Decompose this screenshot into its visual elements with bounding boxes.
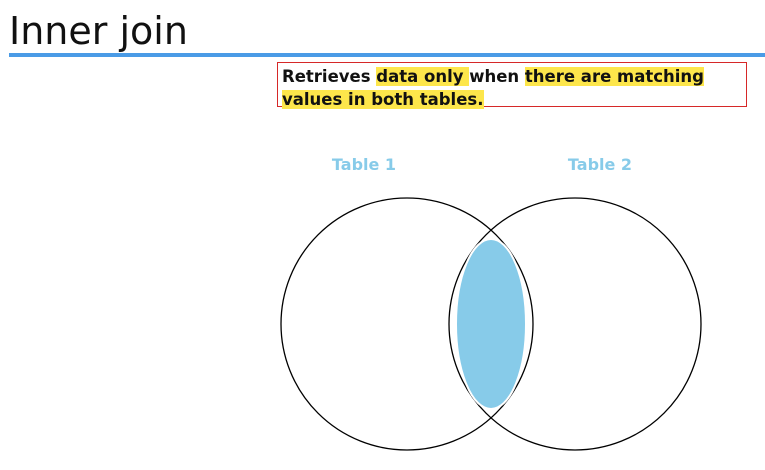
table-2-label: Table 2 — [568, 155, 632, 174]
table-1-label: Table 1 — [332, 155, 396, 174]
inner-join-intersection — [455, 238, 527, 410]
venn-diagram: Table 1 Table 2 — [280, 155, 702, 451]
